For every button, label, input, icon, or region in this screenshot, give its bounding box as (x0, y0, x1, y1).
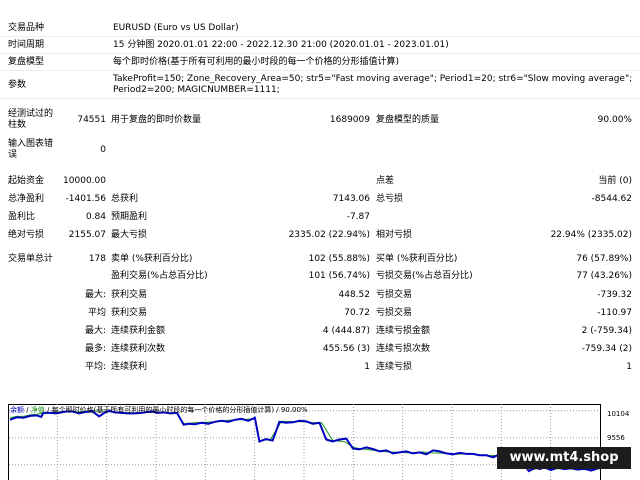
short-positions-label: 卖单 (%获利百分比) (111, 254, 193, 264)
largest-loss-value: -739.32 (597, 290, 632, 300)
average-profit-label: 获利交易 (111, 308, 148, 318)
mismatch-label-2: 误 (8, 150, 18, 160)
spread-value: 当前 (0) (598, 176, 632, 186)
ticks-modelled-label: 用于复盘的即时价数量 (111, 115, 202, 125)
net-profit-label: 总净盈利 (8, 194, 45, 204)
mismatch-value: 0 (100, 145, 106, 155)
long-positions-label: 买单 (%获利百分比) (376, 254, 458, 264)
expected-payoff-value: -7.87 (346, 212, 370, 222)
ticks-modelled-value: 1689009 (329, 115, 370, 125)
profit-trades-value: 101 (56.74%) (308, 271, 370, 281)
average-consecutive-losses-label: 连续亏损 (376, 362, 413, 372)
absolute-drawdown-value: 2155.07 (68, 230, 106, 240)
maximal-consecutive-profit-label: 连续获利次数 (111, 344, 166, 354)
model-label: 复盘模型 (8, 57, 45, 67)
absolute-drawdown-label: 绝对亏损 (8, 230, 45, 240)
period-value: 15 分钟图 2020.01.01 22:00 - 2022.12.30 21:… (113, 40, 449, 50)
parameters-value-line2: Period2=200; MAGICNUMBER=1111; (113, 85, 280, 95)
gross-loss-value: -8544.62 (591, 194, 632, 204)
profit-factor-value: 0.84 (85, 212, 106, 222)
largest-label: 最大: (84, 290, 106, 300)
maximal-label: 最多: (84, 344, 106, 354)
gross-profit-value: 7143.06 (332, 194, 370, 204)
watermark-logo: www.mt4.shop (497, 447, 631, 469)
short-positions-value: 102 (55.88%) (308, 254, 370, 264)
max-consecutive-wins-value: 4 (444.87) (322, 326, 370, 336)
bars-tested-label-2: 柱数 (8, 120, 27, 130)
initial-deposit-label: 起始资金 (8, 176, 45, 186)
y-tick-label: 10104 (607, 410, 630, 418)
maximal-consecutive-profit-value: 455.56 (3) (322, 344, 370, 354)
modelling-quality-value: 90.00% (597, 115, 632, 125)
maximal-drawdown-value: 2335.02 (22.94%) (288, 230, 370, 240)
total-trades-label: 交易单总计 (8, 254, 54, 264)
long-positions-value: 76 (57.89%) (576, 254, 632, 264)
profit-factor-label: 盈利比 (8, 212, 36, 222)
gross-loss-label: 总亏损 (376, 194, 404, 204)
relative-drawdown-value: 22.94% (2335.02) (550, 230, 632, 240)
largest-loss-label: 亏损交易 (376, 290, 413, 300)
modelling-quality-label: 复盘模型的质量 (376, 115, 440, 125)
spread-label: 点差 (376, 176, 395, 186)
chart-legend: 余额 / 净值 / 每个即时价格(基于所有可利用的最小时段的每一个价格的分形插值… (10, 406, 308, 415)
average-loss-value: -110.97 (597, 308, 632, 318)
average-consecutive-wins-value: 1 (364, 362, 370, 372)
period-label: 时间周期 (8, 40, 45, 50)
parameters-value-line1: TakeProfit=150; Zone_Recovery_Area=50; s… (113, 74, 633, 84)
model-value: 每个即时价格(基于所有可利用的最小时段的每一个价格的分形插值计算) (113, 57, 400, 67)
parameters-label: 参数 (8, 80, 27, 90)
average-consecutive-label: 平均: (84, 362, 106, 372)
max-consecutive-wins-label: 连续获利金额 (111, 326, 166, 336)
loss-trades-label: 亏损交易(%占总百分比) (376, 271, 473, 281)
bars-tested-label-1: 经测试过的 (8, 109, 54, 119)
gross-profit-label: 总获利 (111, 194, 139, 204)
bars-tested-value: 74551 (77, 115, 106, 125)
mismatch-label-1: 输入图表错 (8, 139, 54, 149)
average-consecutive-wins-label: 连续获利 (111, 362, 148, 372)
average-consecutive-losses-value: 1 (626, 362, 632, 372)
max-consecutive-losses-value: 2 (-759.34) (581, 326, 632, 336)
max-consecutive-losses-label: 连续亏损金额 (376, 326, 431, 336)
largest-profit-label: 获利交易 (111, 290, 148, 300)
legend-separator: / (24, 406, 31, 414)
net-profit-value: -1401.56 (65, 194, 106, 204)
symbol-value: EURUSD (Euro vs US Dollar) (113, 23, 239, 33)
profit-trades-label: 盈利交易(%占总百分比) (111, 271, 208, 281)
maximum-label: 最大: (84, 326, 106, 336)
initial-deposit-value: 10000.00 (63, 176, 106, 186)
maximal-drawdown-label: 最大亏损 (111, 230, 148, 240)
average-label: 平均 (87, 308, 106, 318)
legend-balance: 余额 (10, 406, 24, 414)
largest-profit-value: 448.52 (338, 290, 371, 300)
maximal-consecutive-loss-value: -759.34 (2) (581, 344, 632, 354)
expected-payoff-label: 预期盈利 (111, 212, 148, 222)
y-tick-label: 9556 (607, 434, 625, 442)
symbol-label: 交易品种 (8, 23, 45, 33)
relative-drawdown-label: 相对亏损 (376, 230, 413, 240)
legend-separator: / (44, 406, 52, 414)
legend-equity: 净值 (30, 406, 45, 414)
average-loss-label: 亏损交易 (376, 308, 413, 318)
maximal-consecutive-loss-label: 连续亏损次数 (376, 344, 431, 354)
average-profit-value: 70.72 (344, 308, 370, 318)
total-trades-value: 178 (88, 254, 106, 264)
loss-trades-value: 77 (43.26%) (576, 271, 632, 281)
legend-model-description: 每个即时价格(基于所有可利用的最小时段的每一个价格的分形插值计算) / 90.0… (51, 406, 308, 414)
